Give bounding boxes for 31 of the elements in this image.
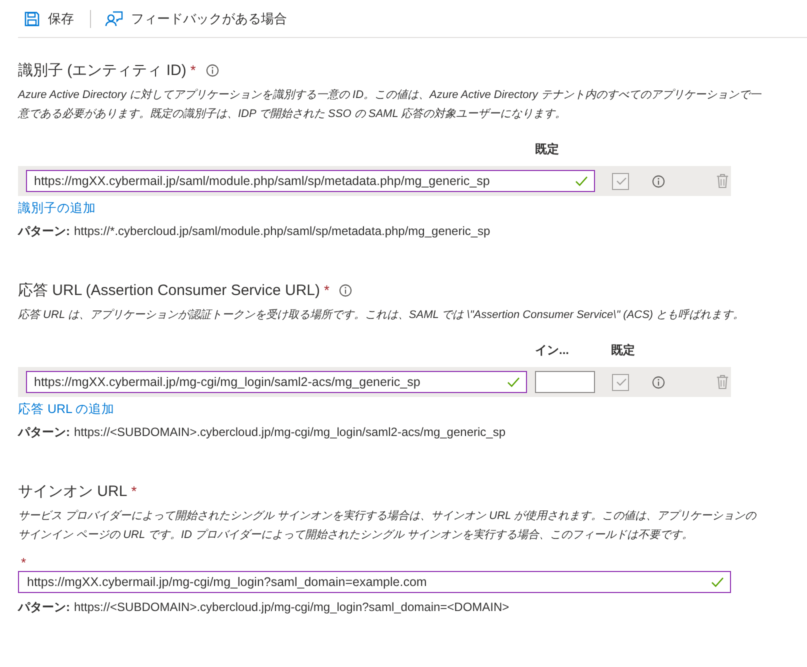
save-icon: [24, 10, 40, 26]
pattern-label: パターン:: [18, 600, 70, 614]
section-title: 応答 URL (Assertion Consumer Service URL): [18, 280, 320, 300]
save-button[interactable]: 保存: [18, 4, 82, 32]
column-header: イン...: [535, 342, 570, 358]
checkmark-icon: [575, 176, 588, 186]
required-mark: *: [324, 282, 330, 298]
section-description: 応答 URL は、アプリケーションが認証トークンを受け取る場所です。これは、SAML では \"Assertion Consumer Service\" (ACS) とも呼ばれます。: [18, 308, 746, 323]
add-link[interactable]: 応答 URL の追加: [18, 401, 114, 418]
required-mark: *: [21, 555, 28, 569]
url-field[interactable]: https://mgXX.cybermail.jp/mg-cgi/mg_login?saml_domain=example.com: [18, 571, 731, 593]
checkmark-icon: [711, 576, 724, 588]
info-icon[interactable]: [339, 284, 352, 296]
feedback-button[interactable]: フィードバックがある場合: [99, 4, 295, 32]
section-title: サインオン URL: [18, 482, 128, 500]
column-header: 既定: [611, 342, 635, 358]
pattern-text: https://<SUBDOMAIN>.cybercloud.jp/mg-cgi/mg_login/saml2-acs/mg_generic_sp: [74, 425, 506, 439]
pattern-label: パターン:: [18, 425, 70, 439]
info-icon[interactable]: [206, 64, 219, 76]
section-description: サービス プロバイダーによって開始されたシングル サインオンを実行する場合は、サインオン URL が使用されます。この値は、アプリケーションのサインイン ページの URL です。ID プロバイダーによって開始されたシングル サインオンを実行する場合、このフィールドは不要です。: [18, 508, 758, 543]
column-header: 既定: [535, 140, 559, 158]
checkmark-icon: [507, 376, 520, 388]
pattern-label: パターン:: [18, 224, 70, 238]
required-mark: *: [131, 483, 137, 499]
feedback-icon: [105, 10, 123, 26]
section-description: Azure Active Directory に対してアプリケーションを識別する一意の ID。この値は、Azure Active Directory テナント内のすべてのアプリケーションで一意である必要があります。既定の識別子は、IDP で開始された SSO の SAML 応答の対象ユーザーになります。: [18, 88, 762, 122]
required-mark: *: [190, 62, 196, 78]
section-title: 識別子 (エンティティ ID): [18, 60, 186, 80]
add-link[interactable]: 識別子の追加: [18, 200, 96, 217]
pattern-text: https://<SUBDOMAIN>.cybercloud.jp/mg-cgi/mg_login?saml_domain=<DOMAIN>: [74, 600, 510, 614]
pattern-text: https://*.cybercloud.jp/saml/module.php/saml/sp/metadata.php/mg_generic_sp: [74, 224, 490, 238]
